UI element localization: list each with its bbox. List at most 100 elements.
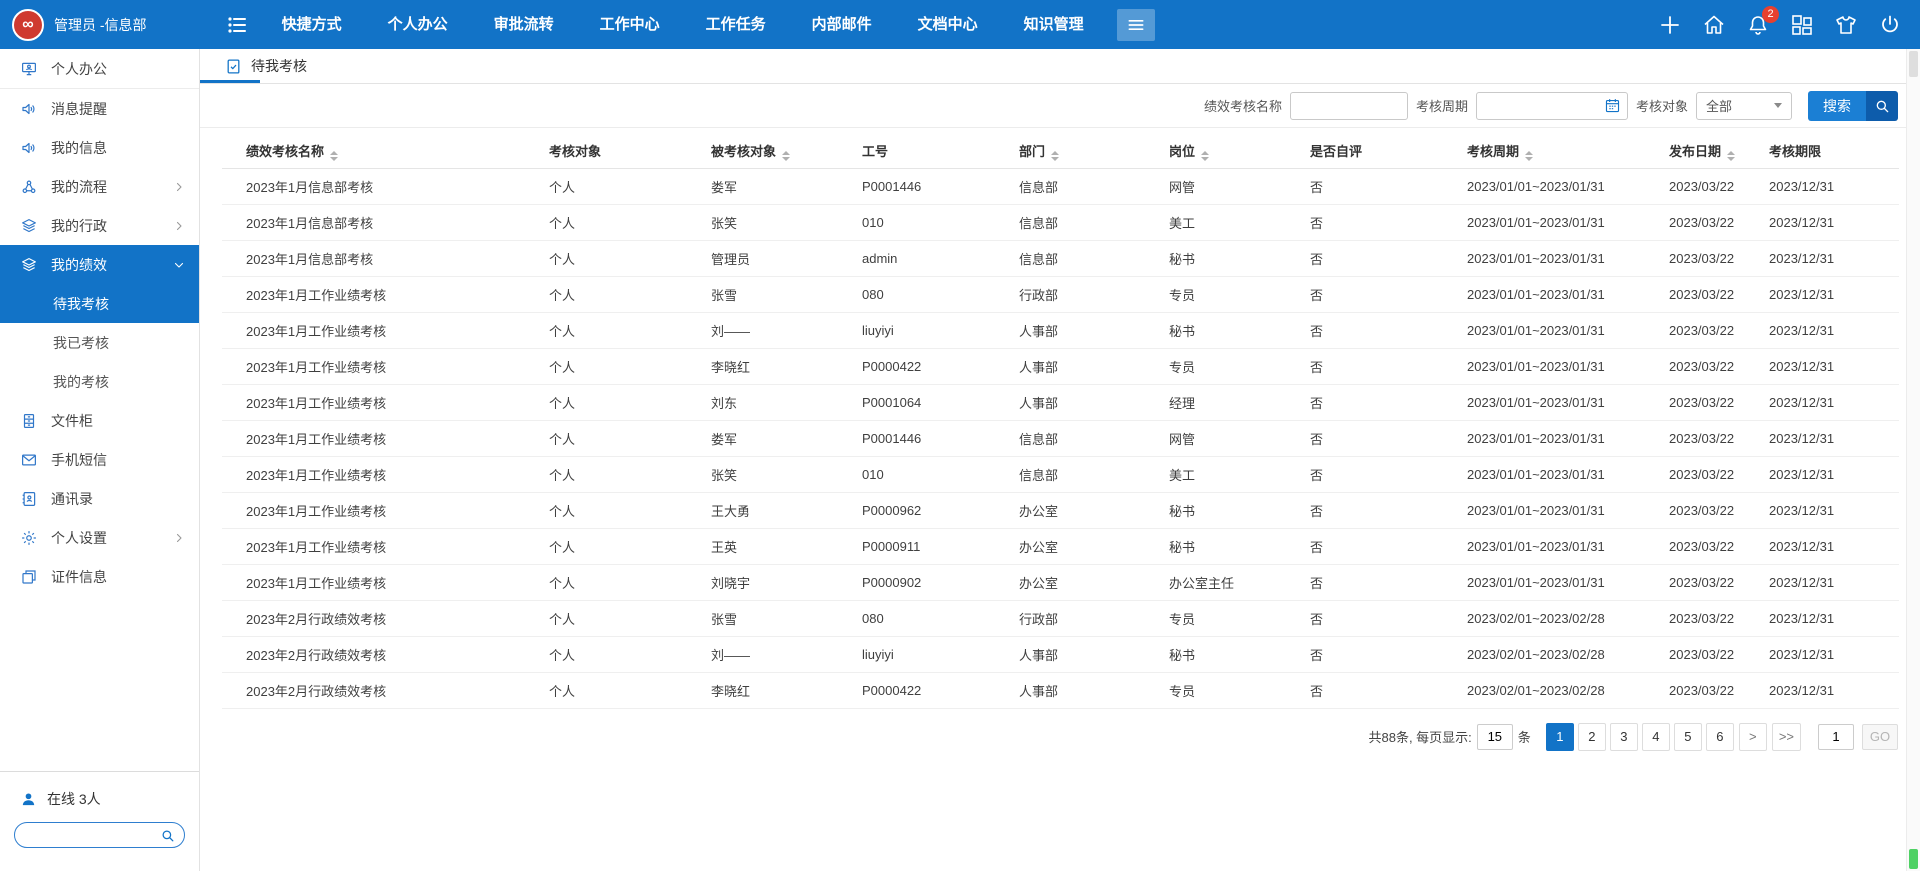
theme-shirt-icon[interactable]: [1834, 13, 1858, 37]
sidebar-item[interactable]: 通讯录: [0, 479, 199, 518]
hamburger-button[interactable]: [1117, 9, 1155, 41]
nav-item-8[interactable]: 知识管理: [1001, 0, 1107, 49]
filter-name-label: 绩效考核名称: [1204, 96, 1282, 115]
filter-period-field[interactable]: [1476, 92, 1628, 120]
table-row[interactable]: 2023年1月工作业绩考核个人刘东P0001064人事部经理否2023/01/0…: [222, 384, 1899, 420]
table-cell: 2023/01/01~2023/01/31: [1466, 420, 1668, 456]
table-cell: 经理: [1168, 384, 1309, 420]
filter-name-input[interactable]: [1290, 92, 1408, 120]
table-row[interactable]: 2023年1月工作业绩考核个人刘——liuyiyi人事部秘书否2023/01/0…: [222, 312, 1899, 348]
search-button-icon-wrap: [1866, 91, 1898, 121]
sidebar-item[interactable]: 个人设置: [0, 518, 199, 557]
bell-icon[interactable]: 2: [1746, 13, 1770, 37]
sidebar-item[interactable]: 我的信息: [0, 128, 199, 167]
online-label: 在线 3人: [47, 789, 101, 809]
sort-icon[interactable]: [1201, 151, 1209, 161]
column-header[interactable]: 岗位: [1168, 134, 1309, 168]
table-row[interactable]: 2023年1月信息部考核个人张笑010信息部美工否2023/01/01~2023…: [222, 204, 1899, 240]
table-row[interactable]: 2023年1月工作业绩考核个人娄军P0001446信息部网管否2023/01/0…: [222, 420, 1899, 456]
sidebar-item[interactable]: 消息提醒: [0, 89, 199, 128]
tab-pending-assessment[interactable]: 待我考核: [225, 56, 307, 76]
calendar-icon[interactable]: [1604, 97, 1621, 114]
page-button[interactable]: 1: [1546, 723, 1574, 751]
last-page-button[interactable]: >>: [1772, 723, 1801, 751]
nav-item-2[interactable]: 个人办公: [365, 0, 471, 49]
home-icon[interactable]: [1702, 13, 1726, 37]
sidebar-item[interactable]: 个人办公: [0, 49, 199, 88]
nav-item-4[interactable]: 工作中心: [577, 0, 683, 49]
table-cell: 专员: [1168, 348, 1309, 384]
sidebar-subitem[interactable]: 我的考核: [0, 362, 199, 401]
sidebar-search-input[interactable]: [25, 827, 160, 844]
filter-target-select[interactable]: 全部: [1696, 92, 1792, 120]
nav-item-7[interactable]: 文档中心: [895, 0, 1001, 49]
person-icon: [20, 791, 37, 808]
table-cell: 人事部: [1018, 384, 1168, 420]
table-cell: 个人: [548, 672, 710, 708]
table-row[interactable]: 2023年2月行政绩效考核个人李晓红P0000422人事部专员否2023/02/…: [222, 672, 1899, 708]
menu-list-icon[interactable]: [225, 13, 249, 37]
goto-page-input[interactable]: [1818, 724, 1854, 750]
page-button[interactable]: 4: [1642, 723, 1670, 751]
page-button[interactable]: 5: [1674, 723, 1702, 751]
page-size-input[interactable]: [1477, 724, 1513, 750]
column-header[interactable]: 绩效考核名称: [222, 134, 548, 168]
layers-icon: [20, 217, 38, 235]
table-row[interactable]: 2023年1月工作业绩考核个人王英P0000911办公室秘书否2023/01/0…: [222, 528, 1899, 564]
table-row[interactable]: 2023年1月工作业绩考核个人刘晓宇P0000902办公室办公室主任否2023/…: [222, 564, 1899, 600]
scrollbar-thumb[interactable]: [1909, 51, 1918, 77]
apps-grid-icon[interactable]: [1790, 13, 1814, 37]
sidebar-item[interactable]: 我的绩效: [0, 245, 199, 284]
sidebar-item[interactable]: 证件信息: [0, 557, 199, 596]
sidebar-item[interactable]: 我的流程: [0, 167, 199, 206]
nav-item-6[interactable]: 内部邮件: [789, 0, 895, 49]
power-icon[interactable]: [1878, 13, 1902, 37]
sort-icon[interactable]: [1525, 151, 1533, 161]
sidebar-item[interactable]: 手机短信: [0, 440, 199, 479]
sidebar-subitem[interactable]: 待我考核: [0, 284, 199, 323]
table-cell: 张雪: [710, 276, 861, 312]
sidebar-item[interactable]: 文件柜: [0, 401, 199, 440]
nav-item-1[interactable]: 快捷方式: [259, 0, 365, 49]
table-cell: 2023/01/01~2023/01/31: [1466, 240, 1668, 276]
table-row[interactable]: 2023年1月信息部考核个人娄军P0001446信息部网管否2023/01/01…: [222, 168, 1899, 204]
column-header[interactable]: 部门: [1018, 134, 1168, 168]
table-row[interactable]: 2023年1月信息部考核个人管理员admin信息部秘书否2023/01/01~2…: [222, 240, 1899, 276]
scrollbar-green-indicator[interactable]: [1909, 849, 1918, 869]
filter-period-input[interactable]: [1485, 97, 1604, 114]
page-button[interactable]: 6: [1706, 723, 1734, 751]
sidebar-item[interactable]: 我的行政: [0, 206, 199, 245]
table-cell: 2023/03/22: [1668, 456, 1768, 492]
table-row[interactable]: 2023年1月工作业绩考核个人李晓红P0000422人事部专员否2023/01/…: [222, 348, 1899, 384]
sort-icon[interactable]: [1051, 151, 1059, 161]
table-row[interactable]: 2023年2月行政绩效考核个人刘——liuyiyi人事部秘书否2023/02/0…: [222, 636, 1899, 672]
table-row[interactable]: 2023年1月工作业绩考核个人张笑010信息部美工否2023/01/01~202…: [222, 456, 1899, 492]
table-row[interactable]: 2023年1月工作业绩考核个人张雪080行政部专员否2023/01/01~202…: [222, 276, 1899, 312]
sidebar-search-box[interactable]: [14, 822, 185, 848]
next-page-button[interactable]: >: [1739, 723, 1767, 751]
table-row[interactable]: 2023年1月工作业绩考核个人王大勇P0000962办公室秘书否2023/01/…: [222, 492, 1899, 528]
sidebar-item-label: 我的信息: [51, 138, 107, 158]
column-header[interactable]: 被考核对象: [710, 134, 861, 168]
sidebar-subitem-label: 我的考核: [53, 372, 109, 392]
sort-icon[interactable]: [1727, 151, 1735, 161]
column-header[interactable]: 发布日期: [1668, 134, 1768, 168]
go-button[interactable]: GO: [1862, 724, 1898, 750]
search-button[interactable]: 搜索: [1808, 91, 1898, 121]
sort-icon[interactable]: [330, 151, 338, 161]
table-row[interactable]: 2023年2月行政绩效考核个人张雪080行政部专员否2023/02/01~202…: [222, 600, 1899, 636]
plus-icon[interactable]: [1658, 13, 1682, 37]
column-header: 工号: [861, 134, 1018, 168]
nav-item-5[interactable]: 工作任务: [683, 0, 789, 49]
nav-item-3[interactable]: 审批流转: [471, 0, 577, 49]
scrollbar[interactable]: [1906, 49, 1920, 871]
sort-icon[interactable]: [782, 151, 790, 161]
table-cell: 2023年1月工作业绩考核: [222, 276, 548, 312]
sidebar-subitem[interactable]: 我已考核: [0, 323, 199, 362]
table-cell: 2023/12/31: [1768, 672, 1899, 708]
column-header[interactable]: 考核周期: [1466, 134, 1668, 168]
search-icon[interactable]: [160, 828, 175, 843]
table-cell: P0000911: [861, 528, 1018, 564]
page-button[interactable]: 3: [1610, 723, 1638, 751]
page-button[interactable]: 2: [1578, 723, 1606, 751]
